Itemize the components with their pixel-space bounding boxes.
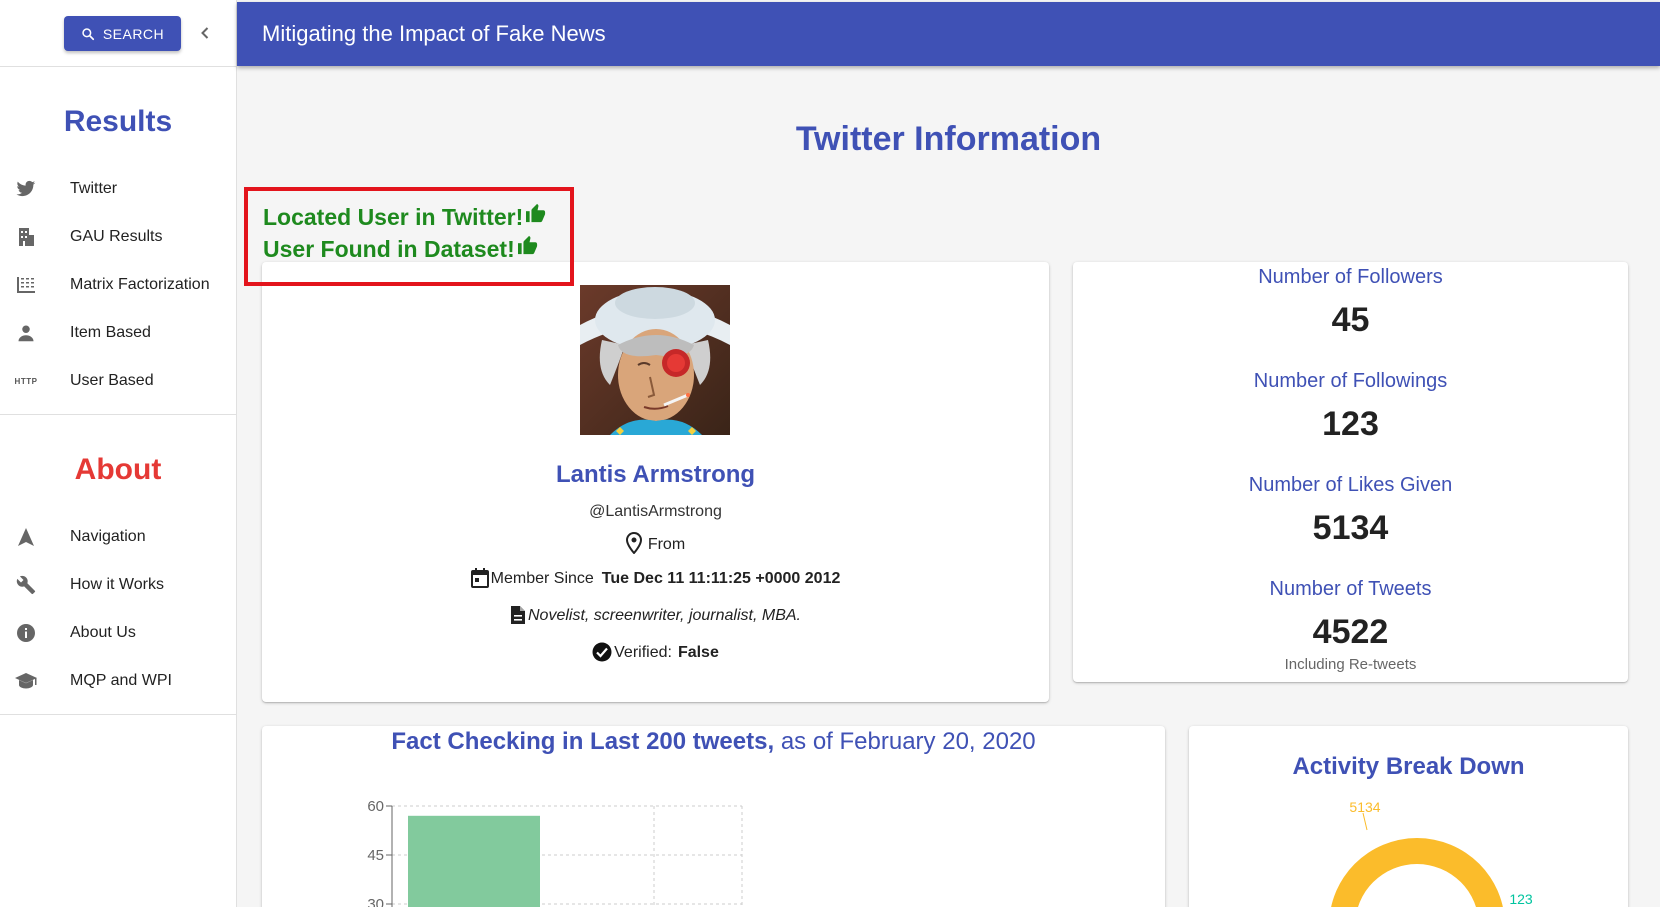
tweets-stat: Number of Tweets 4522 Including Re-tweet…	[1073, 578, 1628, 673]
status-located-line: Located User in Twitter!	[263, 201, 570, 233]
sidebar-item-matrix-factorization[interactable]: Matrix Factorization	[0, 261, 236, 309]
followers-label: Number of Followers	[1258, 266, 1443, 288]
graduation-cap-icon	[14, 669, 38, 693]
info-icon	[14, 621, 38, 645]
sidebar-divider	[0, 714, 236, 715]
app-title: Mitigating the Impact of Fake News	[262, 21, 606, 46]
sidebar-item-label: Item Based	[70, 324, 151, 341]
location-pin-icon	[625, 532, 642, 554]
sidebar-item-label: Twitter	[70, 180, 118, 197]
sidebar-item-item-based[interactable]: Item Based	[0, 309, 236, 357]
sidebar-item-twitter[interactable]: Twitter	[0, 165, 236, 213]
sidebar-item-label: How it Works	[70, 576, 164, 593]
likes-stat: Number of Likes Given 5134	[1073, 474, 1628, 548]
navigation-arrow-icon	[14, 525, 38, 549]
thumbs-up-icon	[526, 203, 546, 223]
profile-verified-row: Verified: False	[262, 642, 1049, 662]
status-located-text: Located User in Twitter!	[263, 203, 524, 230]
likes-donut-slice[interactable]	[1329, 838, 1505, 907]
chart-y-tick-label: 45	[367, 847, 384, 864]
thumbs-up-icon	[517, 235, 537, 255]
followers-value: 45	[1331, 301, 1370, 339]
calendar-icon	[470, 568, 489, 588]
tweets-label: Number of Tweets	[1269, 578, 1432, 600]
profile-verified-label: Verified:	[614, 644, 672, 661]
sidebar-item-label: Matrix Factorization	[70, 276, 210, 293]
activity-donut-chart: 5134 123	[1329, 799, 1533, 907]
sidebar-header: SEARCH	[0, 0, 236, 67]
document-icon	[511, 606, 525, 624]
search-button[interactable]: SEARCH	[64, 16, 181, 51]
sidebar-item-how-it-works[interactable]: How it Works	[0, 561, 236, 609]
profile-member-since-label: Member Since	[490, 570, 594, 587]
wrench-icon	[14, 573, 38, 597]
twitter-icon	[14, 177, 38, 201]
page-title: Twitter Information	[795, 120, 1102, 158]
about-nav-list: Navigation How it Works About Us MQP and…	[0, 513, 236, 705]
profile-from-label: From	[647, 536, 686, 553]
tweets-note: Including Re-tweets	[1284, 656, 1417, 673]
profile-bio-row: Novelist, screenwriter, journalist, MBA.	[262, 605, 1049, 625]
results-nav-list: Twitter GAU Results Matrix Factorization…	[0, 165, 236, 405]
search-button-label: SEARCH	[102, 25, 165, 42]
activity-breakdown-card: Activity Break Down 5134 123	[1189, 726, 1628, 907]
about-section-title: About	[74, 453, 162, 486]
check-circle-icon	[592, 642, 612, 662]
building-icon	[14, 225, 38, 249]
person-icon	[14, 321, 38, 345]
sidebar-item-gau-results[interactable]: GAU Results	[0, 213, 236, 261]
profile-verified-value: False	[677, 644, 719, 661]
profile-bio: Novelist, screenwriter, journalist, MBA.	[528, 607, 801, 624]
profile-member-since-value: Tue Dec 11 11:11:25 +0000 2012	[601, 570, 841, 587]
likes-value: 5134	[1312, 509, 1389, 547]
followings-slice-label: 123	[1509, 891, 1533, 907]
sidebar-divider	[0, 414, 236, 415]
fact-checking-card: Fact Checking in Last 200 tweets, as of …	[262, 726, 1165, 907]
http-icon: HTTP	[14, 376, 38, 386]
collapse-sidebar-button[interactable]	[196, 22, 214, 44]
sidebar-item-label: About Us	[70, 624, 136, 641]
likes-label: Number of Likes Given	[1248, 474, 1453, 496]
profile-card: Lantis Armstrong @LantisArmstrong From M…	[262, 262, 1049, 702]
search-icon	[82, 27, 94, 40]
fact-checking-chart: 30 45 60	[367, 798, 743, 907]
sidebar-item-label: Navigation	[70, 528, 146, 545]
sidebar-item-label: User Based	[70, 372, 154, 389]
app-bar: Mitigating the Impact of Fake News	[237, 2, 1660, 66]
sidebar: SEARCH Results Twitter GAU Results Matri…	[0, 0, 237, 907]
followings-stat: Number of Followings 123	[1073, 370, 1628, 444]
followers-stat: Number of Followers 45	[1073, 266, 1628, 340]
sidebar-item-user-based[interactable]: HTTP User Based	[0, 357, 236, 405]
sidebar-item-navigation[interactable]: Navigation	[0, 513, 236, 561]
grid-icon	[14, 273, 38, 297]
chart-y-tick-label: 60	[367, 798, 384, 815]
profile-member-since-row: Member Since Tue Dec 11 11:11:25 +0000 2…	[262, 568, 1049, 588]
followings-value: 123	[1322, 405, 1379, 443]
sidebar-item-label: MQP and WPI	[70, 672, 172, 689]
stats-card: Number of Followers 45 Number of Followi…	[1073, 262, 1628, 682]
tweets-value: 4522	[1312, 613, 1389, 651]
chart-y-tick-label: 30	[367, 896, 384, 907]
profile-name: Lantis Armstrong	[555, 461, 756, 488]
profile-handle: @LantisArmstrong	[589, 503, 722, 520]
sidebar-item-label: GAU Results	[70, 228, 163, 245]
chart-bar[interactable]	[408, 815, 540, 907]
followings-label: Number of Followings	[1253, 370, 1448, 392]
profile-location-row: From	[262, 532, 1049, 554]
likes-slice-label: 5134	[1349, 799, 1380, 815]
chevron-left-icon	[201, 27, 209, 39]
status-found-line: User Found in Dataset!	[263, 233, 570, 265]
results-section-title: Results	[63, 105, 173, 138]
sidebar-item-mqp-wpi[interactable]: MQP and WPI	[0, 657, 236, 705]
profile-avatar[interactable]	[580, 285, 730, 435]
likes-label-leader	[1362, 812, 1368, 831]
sidebar-item-about-us[interactable]: About Us	[0, 609, 236, 657]
status-highlight-box: Located User in Twitter! User Found in D…	[244, 187, 574, 286]
status-found-text: User Found in Dataset!	[263, 235, 515, 262]
